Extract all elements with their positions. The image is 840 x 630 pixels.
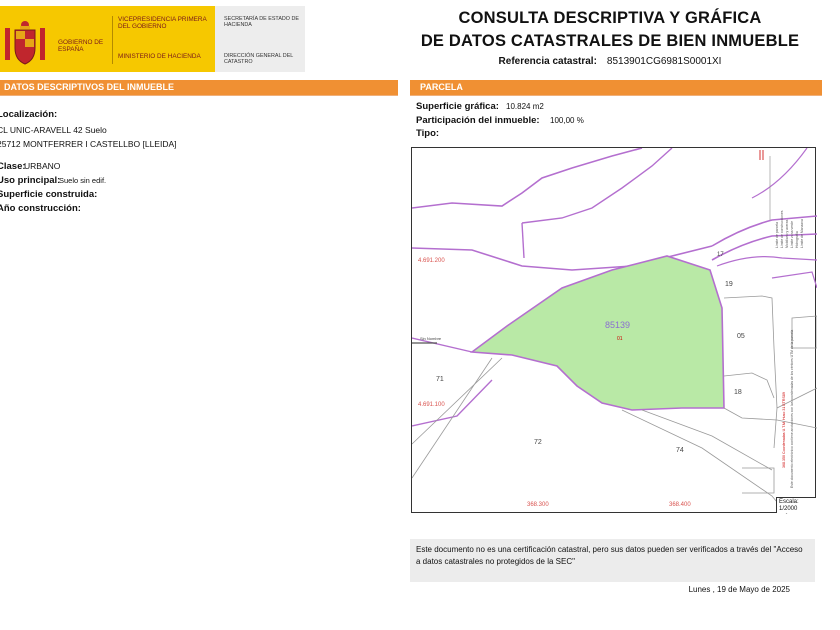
tipo-label: Tipo: [416,128,440,139]
road-label: Sin Nombre [420,336,442,341]
legend-item: Límite de parcela [775,222,779,248]
legend-item: Hidrografía [795,231,799,248]
neighbor-label: 05 [737,333,745,340]
cadastral-reference: Referencia catastral: 8513901CG6981S0001X… [400,56,820,67]
thin-line [723,295,778,449]
thin-line [412,357,493,479]
ref-value: 8513901CG6981S0001XI [606,56,722,67]
parcel-number: 85139 [605,320,630,330]
thin-line [621,409,788,514]
localizacion-label: Localización: [0,109,58,120]
neighbor-label: 74 [676,447,684,454]
thin-line [412,357,503,445]
superficie-grafica-label: Superficie gráfica: [416,101,499,112]
ano-construccion-label: Año construcción: [0,203,81,214]
road-boundary [716,256,817,267]
cadastral-map: 4.691.200 4.691.100 368.300 368.400 8513… [411,147,817,514]
logo-secretaria-text: SECRETARÍA DE ESTADO DE HACIENDA [224,16,299,29]
map-scale: Escala: 1/2000 [776,497,816,513]
section-bar-descriptive: DATOS DESCRIPTIVOS DEL INMUEBLE [0,80,398,95]
parcel-sub-number: 01 [617,336,623,342]
map-side-note-coords: 368.350 Coordenadas U.T.M. Huso 31 ETRS8… [782,392,786,468]
boundary-line [412,148,643,209]
logo-gobierno-text: GOBIERNO DE ESPAÑA [58,39,104,54]
coord-x-right: 368.400 [669,502,691,508]
boundary-line [521,148,673,224]
address-line-2: 25712 MONTFERRER I CASTELLBO [LLEIDA] [0,139,177,149]
scale-value: 1/2000 [779,505,798,512]
section-rule-right [410,95,822,96]
superficie-grafica-value: 10.824 m2 [506,102,544,111]
coord-y-bottom: 4.691.100 [418,402,445,408]
neighbor-label: 17 [717,252,724,258]
section-bar-parcel: PARCELA [410,80,822,95]
neighbor-label: 72 [534,439,542,446]
neighbor-label: 71 [436,376,444,383]
map-side-note: Este documento electrónico contiene anot… [790,330,794,488]
uso-label: Uso principal: [0,175,61,186]
map-drawing: 4.691.200 4.691.100 368.300 368.400 8513… [412,148,817,514]
title-line-2: DE DATOS CATASTRALES DE BIEN INMUEBLE [420,32,800,50]
legend-item: Mobiliario y aceras [785,219,789,248]
participacion-value: 100,00 % [550,116,584,125]
title-line-1: CONSULTA DESCRIPTIVA Y GRÁFICA [458,9,762,27]
document-date: Lunes , 19 de Mayo de 2025 [688,585,790,594]
participacion-label: Participación del inmueble: [416,115,540,126]
north-arrow-icon [759,150,764,160]
boundary-line [771,271,817,289]
section-rule-left [0,95,398,96]
address-line-1: CL UNIC-ARAVELL 42 Suelo [0,125,107,135]
ref-label: Referencia catastral: [498,56,597,67]
coord-y-top: 4.691.200 [418,258,445,264]
neighbor-label: 19 [725,281,733,288]
coord-x-left: 368.300 [527,502,549,508]
superficie-construida-label: Superficie construida: [0,189,98,200]
coat-of-arms-icon [5,21,45,65]
disclaimer-notice: Este documento no es una certificación c… [410,539,815,582]
logo-ministerio-text: MINISTERIO DE HACIENDA [118,53,201,60]
legend-item: Límite zona verde [790,221,794,248]
logo-direccion-text: DIRECCIÓN GENERAL DEL CATASTRO [224,53,294,66]
page-title: CONSULTA DESCRIPTIVA Y GRÁFICA DE DATOS … [400,7,820,53]
boundary-line [521,222,525,259]
target-parcel [469,255,725,411]
thin-line [723,407,817,429]
logo-vicepresidencia-text: VICEPRESIDENCIA PRIMERA DEL GOBIERNO [118,16,207,31]
government-logo: GOBIERNO DE ESPAÑA VICEPRESIDENCIA PRIME… [0,6,305,72]
building-outline [742,467,775,494]
neighbor-label: 18 [734,389,742,396]
building-outline [791,315,817,349]
thin-line [723,372,775,399]
logo-divider [112,16,113,64]
clase-label: Clase: [0,161,26,172]
legend-item: Límite de Manzana [800,219,804,248]
clase-value: URBANO [24,161,61,171]
uso-value: Suelo sin edif. [59,176,107,185]
legend-item: Límite de construcciones [780,210,784,248]
